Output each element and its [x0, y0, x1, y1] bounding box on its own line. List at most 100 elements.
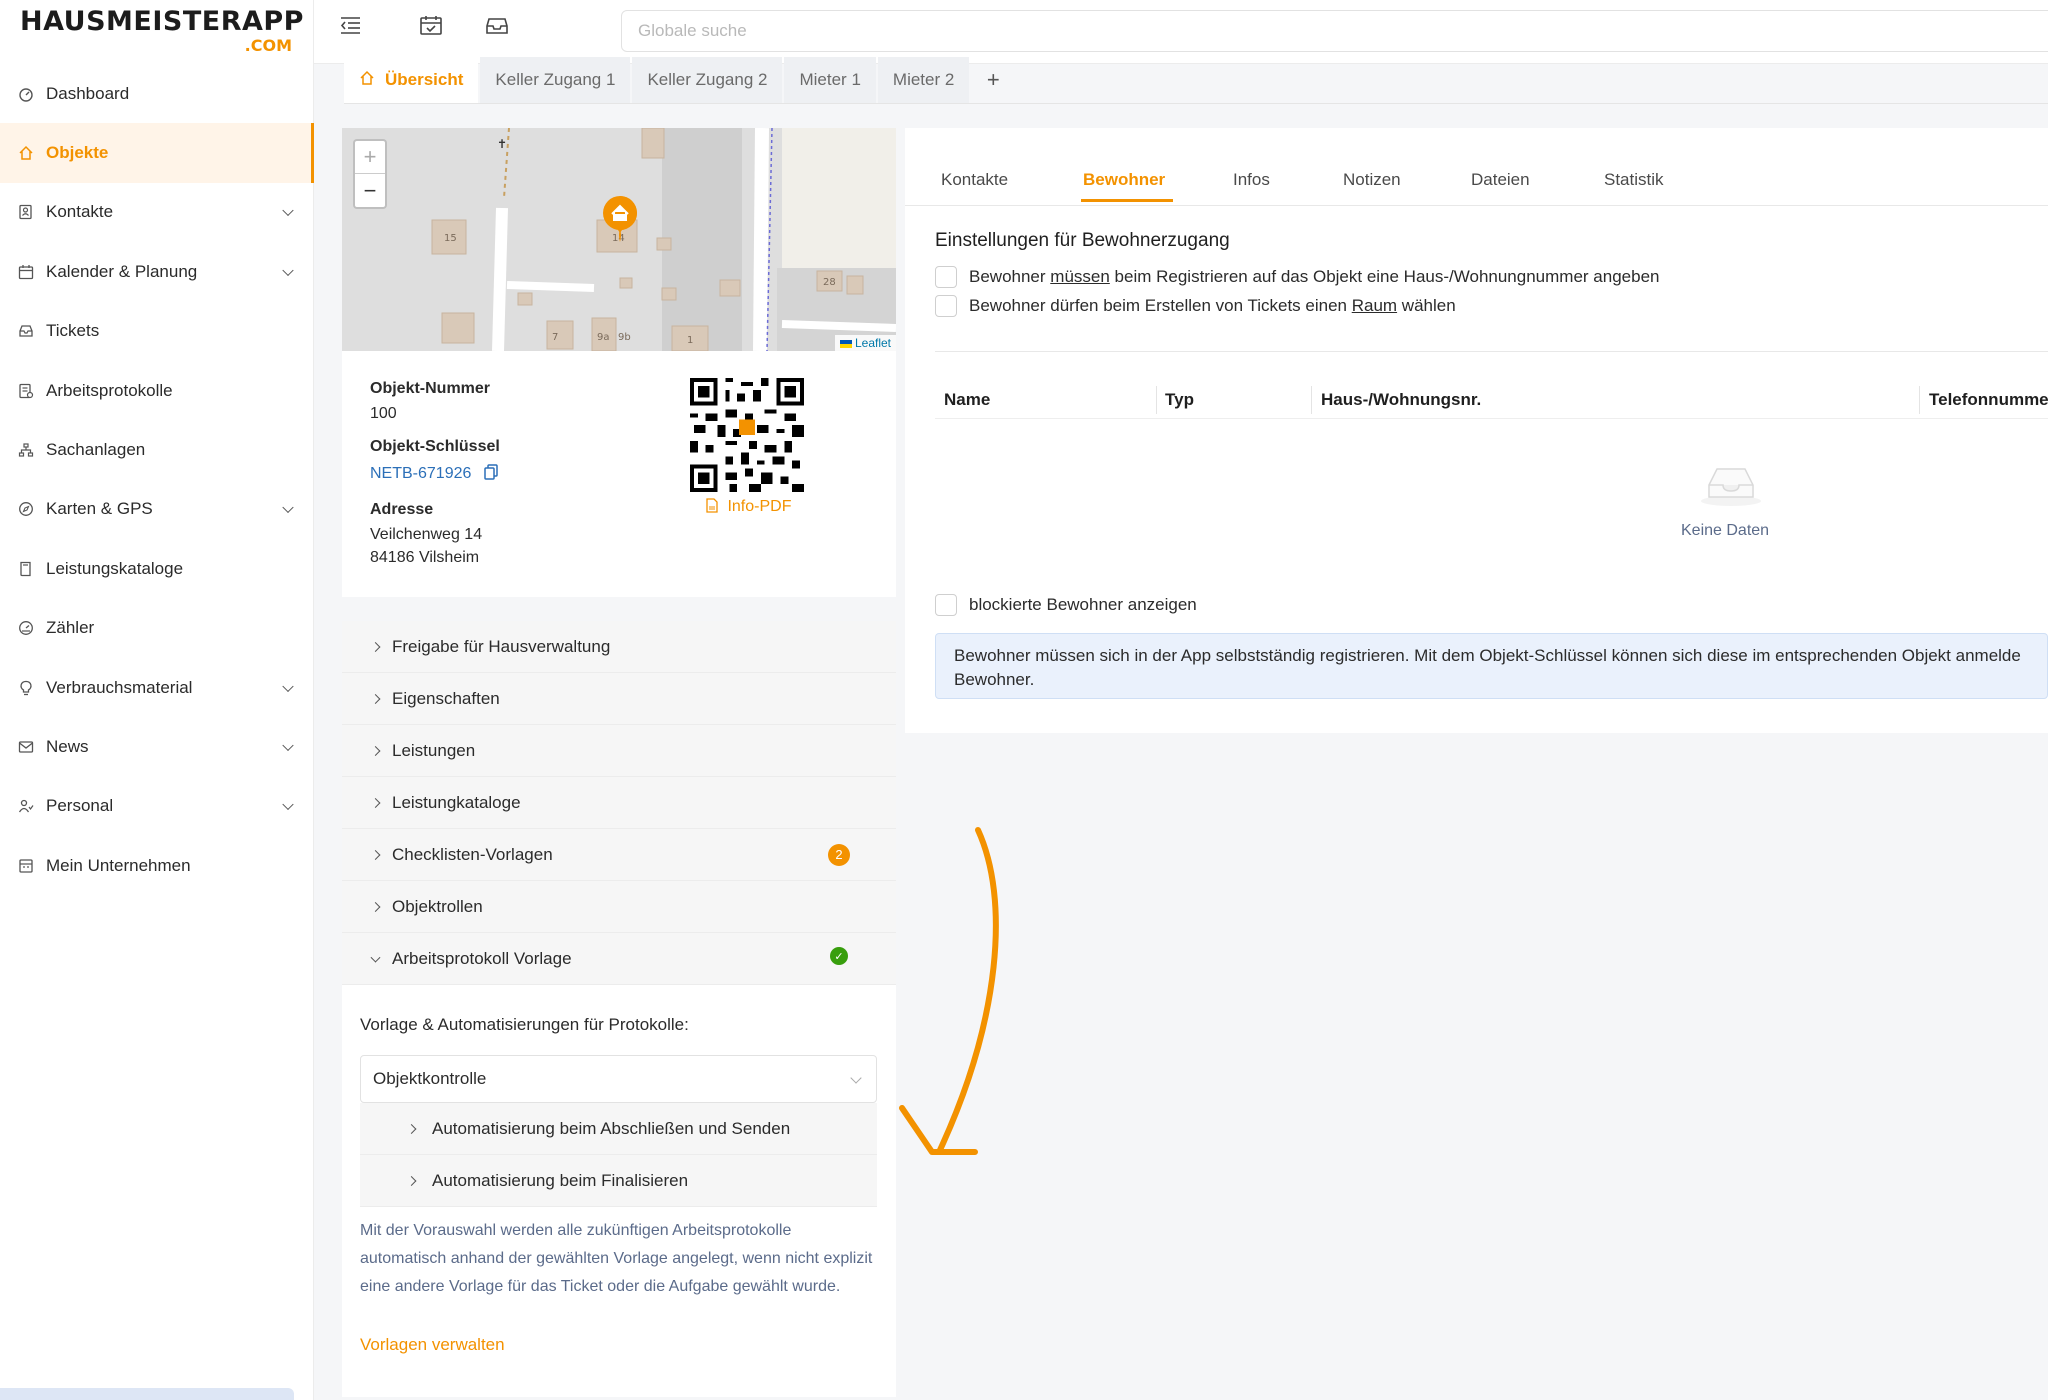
attribution-link[interactable]: Leaflet [855, 336, 891, 350]
zoom-out-button[interactable]: − [355, 174, 385, 207]
object-map[interactable]: 15 14 28 7 9a 9b 1 ✝ + − Leaflet [342, 128, 896, 351]
tab-label: Mieter 2 [892, 70, 955, 89]
app-logo[interactable]: HAUSMEISTERAPP .COM [20, 6, 303, 58]
map-attribution[interactable]: Leaflet [834, 335, 896, 351]
tab-keller-zugang-2[interactable]: Keller Zugang 2 [632, 57, 783, 103]
sidebar-item-label: Kalender & Planung [46, 261, 198, 281]
sidebar-item-objekte[interactable]: Objekte [0, 123, 314, 183]
sidebar-item-zähler[interactable]: Zähler [0, 599, 314, 658]
sidebar-item-dashboard[interactable]: Dashboard [0, 64, 314, 123]
section-leistungen[interactable]: Leistungen [342, 725, 896, 777]
show-blocked-residents[interactable]: blockierte Bewohner anzeigen [935, 594, 1197, 616]
section-freigabe[interactable]: Freigabe für Hausverwaltung [342, 621, 896, 673]
option-text-a: Bewohner dürfen beim Erstellen von Ticke… [969, 296, 1352, 315]
automation-complete-send[interactable]: Automatisierung beim Abschließen und Sen… [360, 1103, 877, 1155]
sidebar-item-label: News [46, 736, 89, 756]
tab-bewohner[interactable]: Bewohner [1083, 170, 1165, 190]
checkbox[interactable] [935, 594, 957, 616]
section-leistungkataloge[interactable]: Leistungkataloge [342, 777, 896, 829]
section-objektrollen[interactable]: Objektrollen [342, 881, 896, 933]
automation-finalize[interactable]: Automatisierung beim Finalisieren [360, 1155, 877, 1207]
logo-domain: .COM [244, 36, 292, 55]
empty-state-label: Keine Daten [1681, 522, 1770, 539]
calendar-check-icon[interactable] [418, 14, 444, 36]
option-require-unit[interactable]: Bewohner müssen beim Registrieren auf da… [935, 266, 1659, 288]
chevron-right-icon [370, 641, 381, 652]
tab-uebersicht[interactable]: Übersicht [344, 57, 479, 103]
tab-kontakte[interactable]: Kontakte [941, 170, 1008, 190]
tab-mieter-1[interactable]: Mieter 1 [784, 57, 876, 103]
contacts-icon [18, 204, 34, 220]
chevron-right-icon [370, 797, 381, 808]
sidebar-item-kalender-planung[interactable]: Kalender & Planung [0, 242, 314, 301]
chevron-down-icon [282, 502, 294, 514]
copy-icon[interactable] [484, 464, 498, 480]
info-pdf-link[interactable]: Info-PDF [706, 498, 791, 516]
sidebar-item-arbeitsprotokolle[interactable]: Arbeitsprotokolle [0, 361, 314, 420]
inbox-icon[interactable] [484, 14, 510, 36]
house-number: 7 [552, 332, 558, 343]
section-label: Leistungen [392, 740, 476, 760]
sidebar: HAUSMEISTERAPP .COM Dashboard Objekte Kont… [0, 0, 314, 1400]
section-checklisten-vorlagen[interactable]: Checklisten-Vorlagen 2 [342, 829, 896, 881]
sidebar-item-news[interactable]: News [0, 717, 314, 776]
sidebar-item-label: Karten & GPS [46, 499, 153, 519]
sidebar-item-leistungskataloge[interactable]: Leistungskataloge [0, 539, 314, 598]
section-label: Freigabe für Hausverwaltung [392, 636, 611, 656]
catalog-icon [18, 561, 34, 577]
column-header-phone[interactable]: Telefonnumme [1929, 390, 2048, 410]
option-text-b: beim Registrieren auf das Objekt eine Ha… [1109, 267, 1660, 286]
object-tabs: Übersicht Keller Zugang 1 Keller Zugang … [344, 57, 1017, 103]
sidebar-item-verbrauchsmaterial[interactable]: Verbrauchsmaterial [0, 658, 314, 717]
object-key-label: Objekt-Schlüssel [370, 438, 500, 455]
compass-icon [18, 501, 34, 517]
qr-code[interactable] [690, 378, 804, 492]
checkbox[interactable] [935, 266, 957, 288]
sidebar-item-label: Verbrauchsmaterial [46, 677, 193, 697]
sidebar-item-label: Mein Unternehmen [46, 855, 191, 875]
mail-icon [18, 739, 34, 755]
sidebar-item-tickets[interactable]: Tickets [0, 302, 314, 361]
column-header-typ[interactable]: Typ [1165, 390, 1194, 410]
add-tab-button[interactable]: + [971, 57, 1015, 103]
global-search-input[interactable] [621, 10, 2048, 52]
tab-statistik[interactable]: Statistik [1604, 170, 1664, 190]
tab-dateien[interactable]: Dateien [1471, 170, 1530, 190]
check-circle-icon: ✓ [830, 947, 848, 965]
sidebar-item-karten-gps[interactable]: Karten & GPS [0, 480, 314, 539]
column-header-unit[interactable]: Haus-/Wohnungsnr. [1321, 390, 1481, 410]
object-key-text: NETB-671926 [370, 465, 472, 482]
sidebar-item-label: Objekte [46, 143, 109, 163]
option-text-a: Bewohner [969, 267, 1051, 286]
section-arbeitsprotokoll-vorlage[interactable]: Arbeitsprotokoll Vorlage ✓ [342, 933, 896, 985]
address-city: 84186 Vilsheim [370, 549, 480, 566]
option-allow-room[interactable]: Bewohner dürfen beim Erstellen von Ticke… [935, 295, 1456, 317]
sidebar-item-personal[interactable]: Personal [0, 777, 314, 836]
sidebar-item-mein-unternehmen[interactable]: Mein Unternehmen [0, 836, 314, 895]
home-icon [18, 145, 34, 161]
house-number: 15 [444, 233, 457, 244]
sidebar-item-kontakte[interactable]: Kontakte [0, 183, 314, 242]
template-select[interactable]: Objektkontrolle [360, 1055, 877, 1103]
column-header-name[interactable]: Name [944, 390, 990, 410]
sidebar-item-sachanlagen[interactable]: Sachanlagen [0, 420, 314, 479]
chevron-right-icon [370, 901, 381, 912]
table-header-line [935, 418, 2048, 419]
section-label: Arbeitsprotokoll Vorlage [392, 948, 572, 968]
home-icon [359, 70, 375, 91]
section-eigenschaften[interactable]: Eigenschaften [342, 673, 896, 725]
house-number: 28 [823, 277, 836, 288]
section-label: Eigenschaften [392, 688, 500, 708]
section-divider [935, 351, 2048, 352]
manage-templates-link[interactable]: Vorlagen verwalten [360, 1335, 505, 1355]
zoom-in-button[interactable]: + [355, 141, 385, 174]
menu-collapse-icon[interactable] [338, 14, 364, 36]
sidebar-nav: Dashboard Objekte Kontakte Kalender & Planu… [0, 64, 314, 895]
map-cross-marker: ✝ [497, 137, 507, 151]
checkbox[interactable] [935, 295, 957, 317]
tab-keller-zugang-1[interactable]: Keller Zugang 1 [480, 57, 631, 103]
tab-infos[interactable]: Infos [1233, 170, 1270, 190]
tab-mieter-2[interactable]: Mieter 2 [877, 57, 970, 103]
address-street: Veilchenweg 14 [370, 526, 483, 543]
tab-notizen[interactable]: Notizen [1343, 170, 1401, 190]
